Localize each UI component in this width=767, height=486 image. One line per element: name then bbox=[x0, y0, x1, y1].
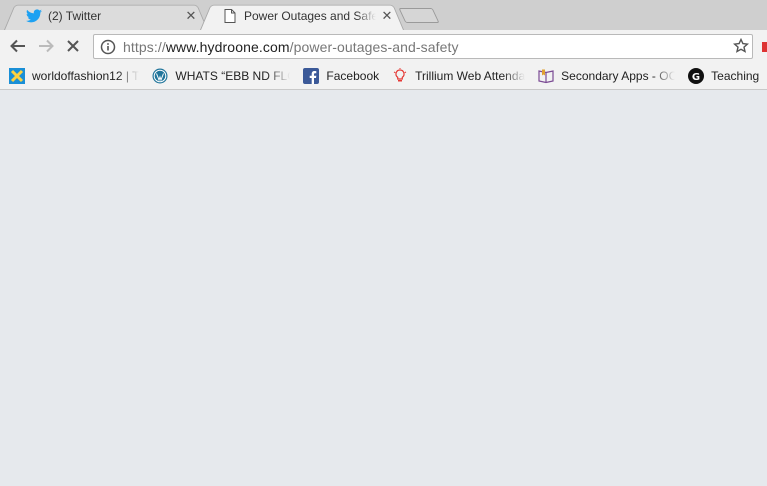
close-icon[interactable]: ✕ bbox=[184, 8, 198, 23]
svg-text:G: G bbox=[692, 72, 700, 83]
bookmark-trillium[interactable]: Trillium Web Attenda bbox=[391, 67, 525, 84]
url-text: https://www.hydroone.com/power-outages-a… bbox=[123, 39, 459, 55]
bookmark-star-icon[interactable] bbox=[733, 38, 749, 54]
extension-icon[interactable] bbox=[762, 42, 767, 52]
bookmark-worldoffashion[interactable]: worldoffashion12 | T bbox=[8, 67, 139, 84]
bookmarks-bar: worldoffashion12 | T WHATS “EBB ND FLO F… bbox=[0, 62, 767, 90]
forward-button[interactable] bbox=[36, 37, 56, 55]
bookmark-secondary-apps[interactable]: Secondary Apps - OC bbox=[537, 67, 675, 84]
bookmark-teaching[interactable]: G Teaching bbox=[687, 67, 759, 84]
g-circle-icon: G bbox=[687, 67, 704, 84]
tab-strip: (2) Twitter ✕ Power Outages and Safety ✕ bbox=[0, 0, 767, 30]
page-content bbox=[0, 91, 767, 486]
tab-twitter[interactable]: (2) Twitter ✕ bbox=[4, 1, 208, 30]
bookmark-label: worldoffashion12 | T bbox=[32, 68, 140, 83]
lightbulb-icon bbox=[391, 67, 408, 84]
bookmark-label: Facebook bbox=[326, 68, 380, 83]
facebook-icon bbox=[302, 67, 319, 84]
url-scheme: https:// bbox=[123, 38, 166, 55]
back-button[interactable] bbox=[8, 37, 28, 55]
back-arrow-icon bbox=[10, 39, 25, 53]
book-icon bbox=[537, 67, 554, 84]
stop-button[interactable] bbox=[63, 37, 83, 55]
url-path: /power-outages-and-safety bbox=[289, 38, 459, 55]
address-bar[interactable]: https://www.hydroone.com/power-outages-a… bbox=[93, 34, 753, 59]
bookmark-label: WHATS “EBB ND FLO bbox=[175, 68, 291, 83]
toolbar: https://www.hydroone.com/power-outages-a… bbox=[0, 30, 767, 62]
document-icon bbox=[222, 8, 238, 24]
forward-arrow-icon bbox=[39, 39, 54, 53]
tab-power-outages[interactable]: Power Outages and Safety ✕ bbox=[200, 1, 404, 30]
close-icon[interactable]: ✕ bbox=[380, 8, 394, 23]
tab-title: Power Outages and Safety bbox=[244, 8, 376, 23]
url-host: www.hydroone.com bbox=[165, 38, 290, 55]
bookmark-facebook[interactable]: Facebook bbox=[302, 67, 379, 84]
info-icon[interactable] bbox=[100, 39, 116, 55]
bookmark-label: Trillium Web Attenda bbox=[415, 68, 526, 83]
twitter-bird-icon bbox=[26, 8, 42, 24]
tab-title: (2) Twitter bbox=[48, 8, 102, 23]
wordpress-icon bbox=[151, 67, 168, 84]
new-tab-button[interactable] bbox=[398, 8, 440, 23]
xwiki-icon bbox=[8, 67, 25, 84]
bookmark-label: Secondary Apps - OC bbox=[561, 68, 676, 83]
bookmark-whats-ebb[interactable]: WHATS “EBB ND FLO bbox=[151, 67, 290, 84]
stop-x-icon bbox=[67, 40, 79, 52]
bookmark-label: Teaching bbox=[711, 68, 760, 83]
